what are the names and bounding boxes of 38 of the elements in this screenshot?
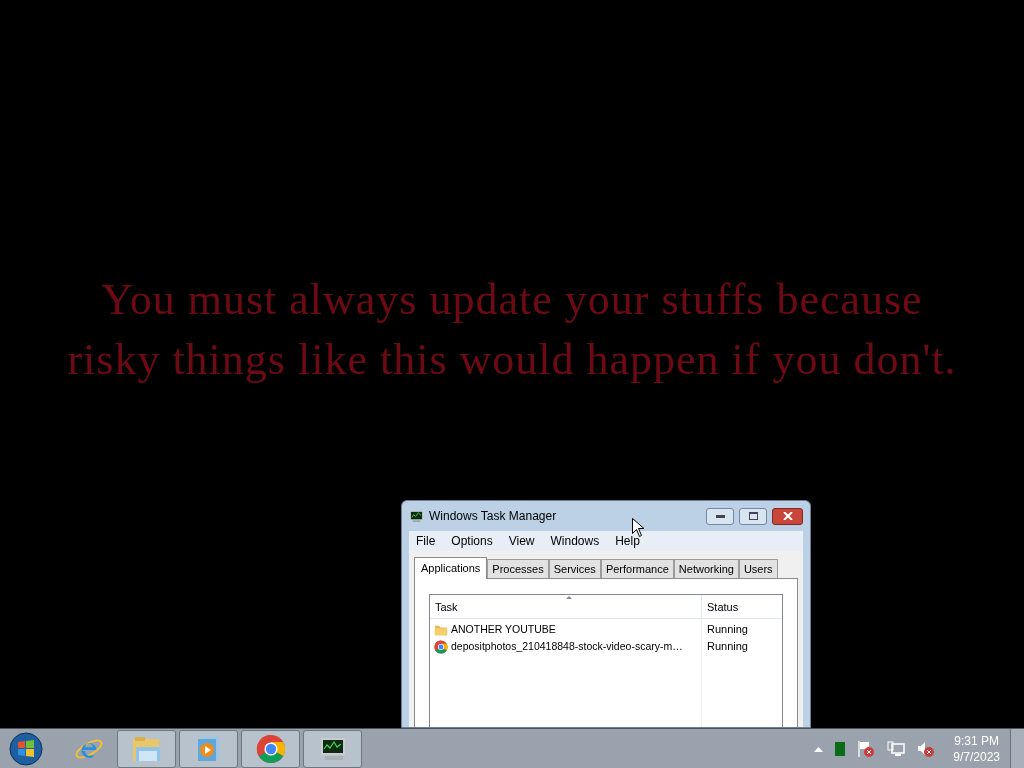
play-icon[interactable] xyxy=(196,735,221,762)
menu-item[interactable]: File xyxy=(416,532,436,550)
close-icon xyxy=(782,512,793,520)
close-button[interactable] xyxy=(772,507,803,525)
task-status: Running xyxy=(707,622,748,638)
tab[interactable]: Networking xyxy=(673,559,739,578)
start-button[interactable] xyxy=(6,729,46,768)
menu-item[interactable]: Help xyxy=(615,532,640,550)
tab[interactable]: Services xyxy=(548,559,601,578)
tab[interactable]: Applications xyxy=(414,557,488,579)
window-title: Windows Task Manager xyxy=(429,508,557,525)
taskbar-button[interactable] xyxy=(303,729,362,768)
network-monitor-icon[interactable] xyxy=(887,740,906,757)
chrome-icon xyxy=(255,733,286,764)
tray-app-icon[interactable] xyxy=(835,741,846,756)
tab[interactable]: Processes xyxy=(487,559,549,578)
maximize-icon xyxy=(748,512,758,520)
mouse-pointer-icon xyxy=(632,518,644,537)
maximize-button[interactable] xyxy=(739,507,767,525)
menu-item[interactable]: Options xyxy=(451,532,493,550)
menu-item[interactable]: View xyxy=(508,532,535,550)
menu-item[interactable]: Windows xyxy=(550,532,600,550)
column-header[interactable]: Status xyxy=(702,595,782,618)
monitor-icon xyxy=(409,509,424,523)
task-status: Running xyxy=(707,639,748,655)
task-name[interactable]: ANOTHER YOUTUBE xyxy=(451,621,556,638)
show-hidden-icons-icon[interactable] xyxy=(814,745,824,752)
minimize-icon xyxy=(715,514,725,518)
show-desktop-button[interactable] xyxy=(1010,728,1024,768)
warning-message-line: You must always update your stuffs because xyxy=(101,274,923,326)
flag-error-icon[interactable] xyxy=(857,739,876,758)
task-name[interactable]: depositphotos_210418848-stock-video-scary-m… xyxy=(451,638,683,655)
tab[interactable]: Performance xyxy=(600,559,674,578)
chrome-icon xyxy=(434,639,448,654)
windows-logo-icon xyxy=(9,731,43,766)
tab[interactable]: Users xyxy=(738,559,778,578)
warning-message-line: risky things like this would happen if you don't. xyxy=(67,334,957,386)
minimize-button[interactable] xyxy=(706,507,734,525)
